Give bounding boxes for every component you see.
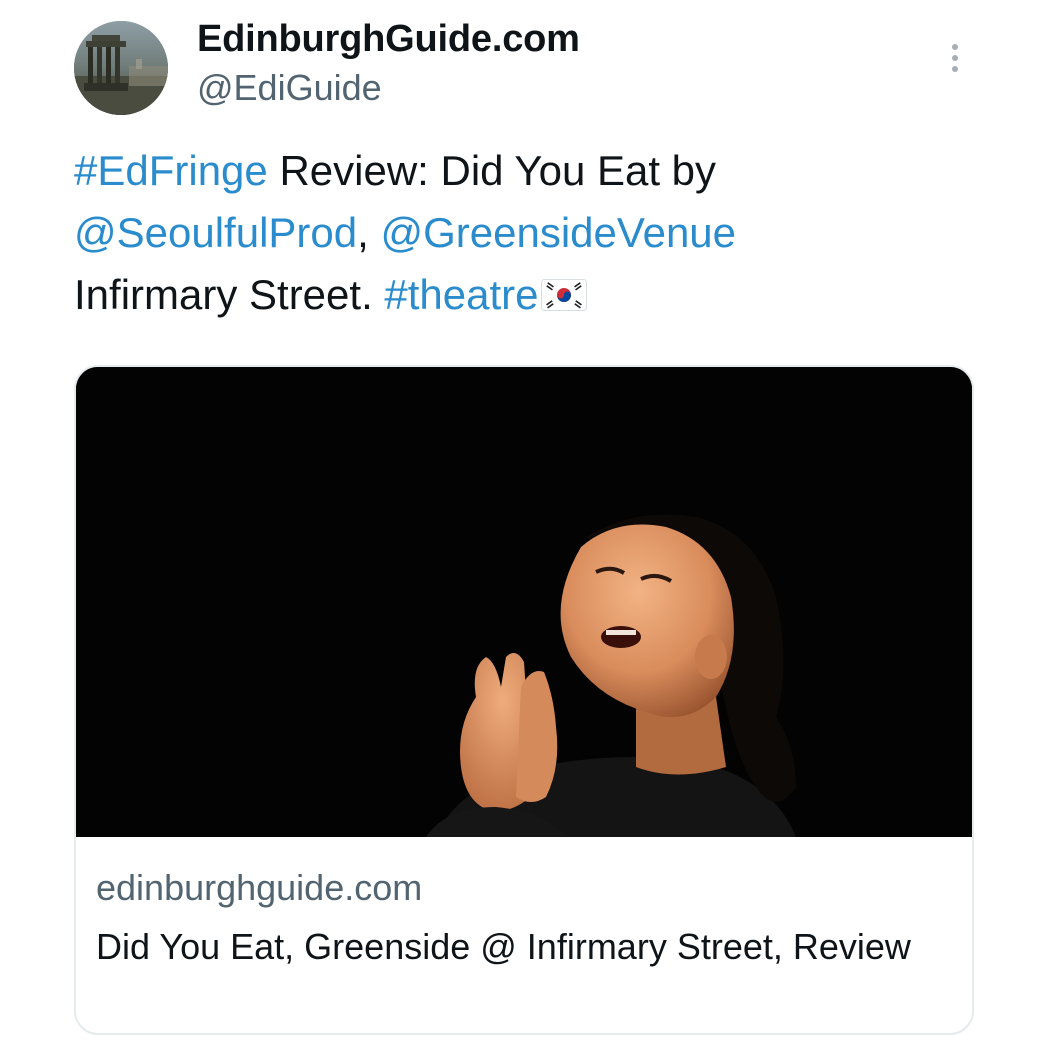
card-image[interactable] — [76, 367, 972, 837]
tweet-line-1: #EdFringe Review: Did You Eat by — [74, 140, 974, 202]
more-vertical-icon — [952, 44, 958, 50]
south-korea-flag-icon — [540, 278, 587, 311]
monument-avatar-icon — [74, 21, 168, 115]
link-preview-card[interactable]: edinburghguide.com Did You Eat, Greensid… — [74, 365, 974, 1035]
mention-seoulfulprod[interactable]: @SeoulfulProd — [74, 209, 357, 256]
avatar[interactable] — [74, 21, 168, 115]
tweet-text-separator: , — [357, 209, 381, 256]
card-title[interactable]: Did You Eat, Greenside @ Infirmary Stree… — [96, 920, 956, 973]
mention-greensidevenue[interactable]: @GreensideVenue — [380, 209, 736, 256]
hashtag-edfringe[interactable]: #EdFringe — [74, 147, 268, 194]
performer-praying-photo — [76, 367, 972, 837]
more-vertical-icon-dot — [952, 55, 958, 61]
tweet-text: #EdFringe Review: Did You Eat by @Seoulf… — [74, 140, 974, 326]
more-vertical-icon-dot — [952, 66, 958, 72]
more-options-button[interactable] — [940, 38, 970, 78]
display-name[interactable]: EdinburghGuide.com — [197, 18, 580, 61]
user-handle[interactable]: @EdiGuide — [197, 67, 382, 109]
tweet: EdinburghGuide.com @EdiGuide #EdFringe R… — [0, 0, 1048, 1048]
tweet-text-segment: Review: Did You Eat by — [267, 147, 717, 194]
card-domain[interactable]: edinburghguide.com — [96, 867, 422, 909]
tweet-line-2: @SeoulfulProd, @GreensideVenue — [74, 202, 974, 264]
tweet-text-segment: Infirmary Street. — [74, 271, 385, 318]
tweet-line-3: Infirmary Street. #theatre — [74, 264, 974, 326]
hashtag-theatre[interactable]: #theatre — [384, 271, 538, 318]
